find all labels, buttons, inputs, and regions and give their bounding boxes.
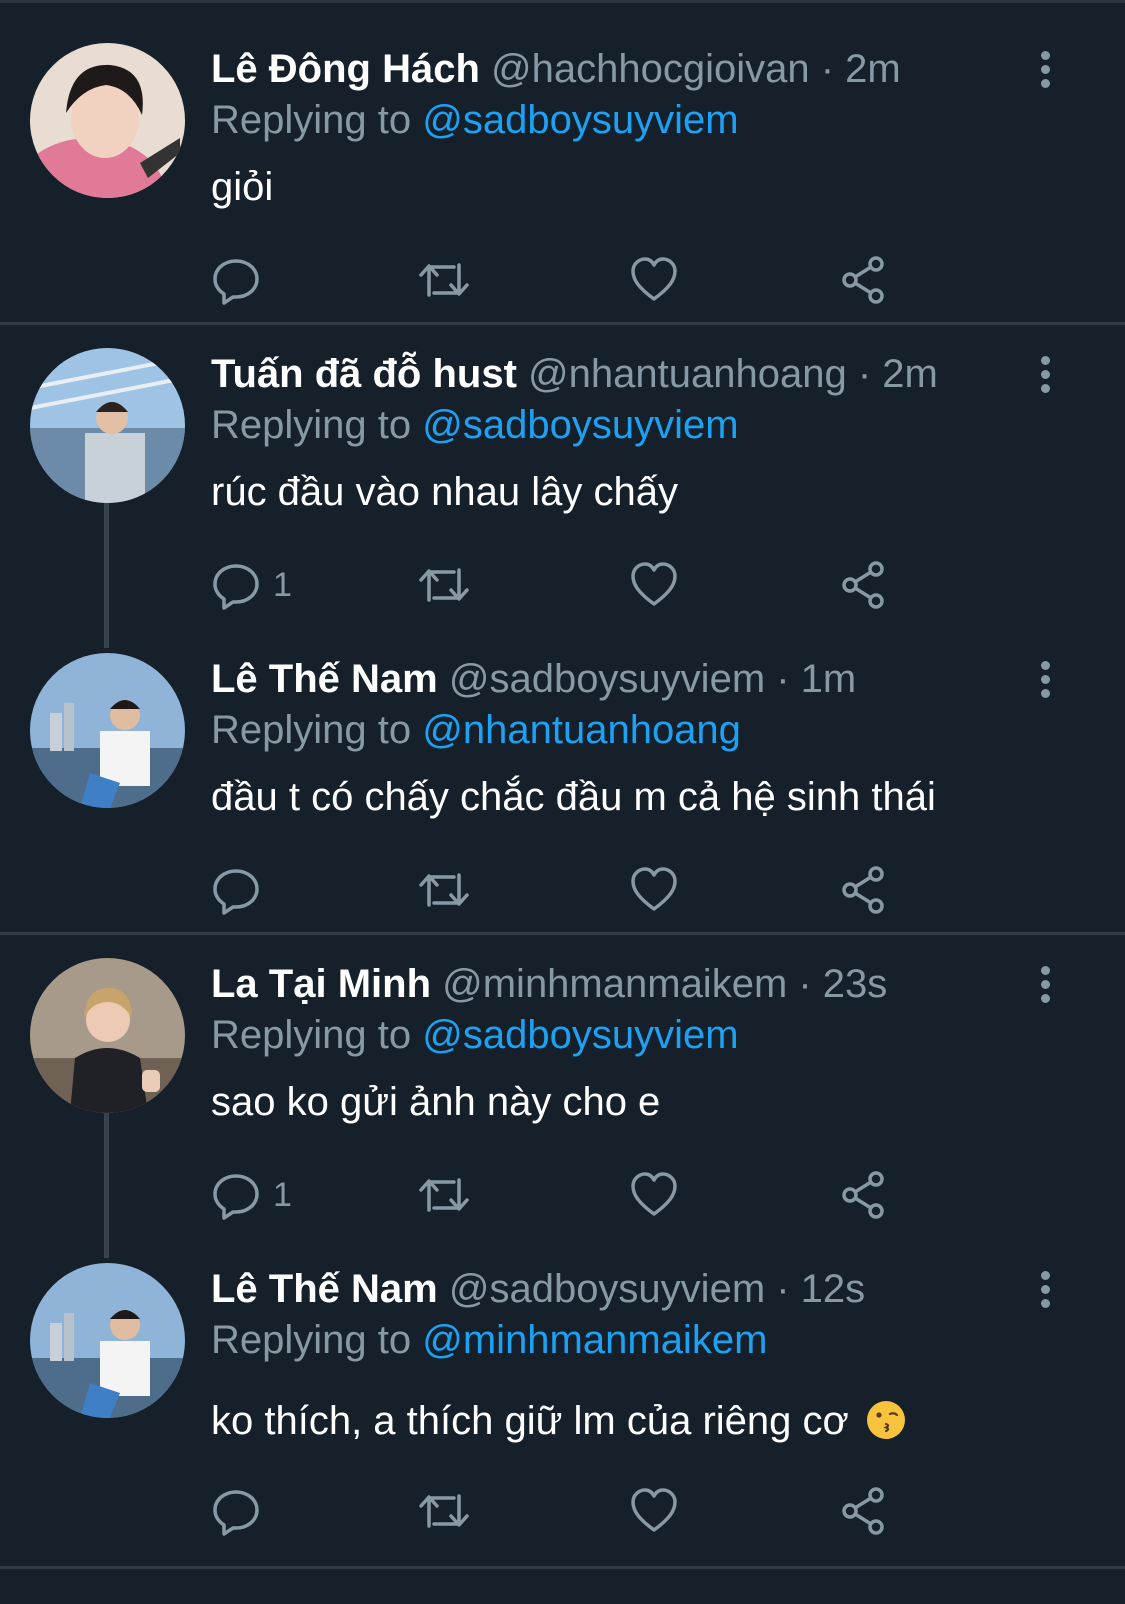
kissing-face-emoji bbox=[866, 1401, 905, 1439]
display-name[interactable]: Lê Thế Nam bbox=[211, 657, 438, 701]
avatar[interactable] bbox=[30, 958, 185, 1113]
reply-icon bbox=[213, 564, 259, 610]
display-name[interactable]: Tuấn đã đỗ hust bbox=[211, 352, 517, 396]
more-vertical-icon[interactable] bbox=[1030, 353, 1060, 397]
share-icon bbox=[842, 866, 884, 914]
like-button[interactable] bbox=[629, 1483, 679, 1539]
avatar[interactable] bbox=[30, 1263, 185, 1418]
reply-button[interactable] bbox=[211, 252, 273, 308]
reply-button[interactable] bbox=[211, 1483, 273, 1539]
thread-line bbox=[104, 1113, 109, 1258]
reply-count: 1 bbox=[273, 565, 292, 604]
share-button[interactable] bbox=[839, 557, 889, 613]
reply-button[interactable] bbox=[211, 862, 273, 918]
divider bbox=[0, 1566, 1125, 1569]
replying-to-mention[interactable]: @sadboysuyviem bbox=[422, 98, 738, 142]
tweet-text: ko thích, a thích giữ lm của riêng cơ bbox=[211, 1399, 849, 1443]
reply-button[interactable]: 1 bbox=[211, 1167, 292, 1223]
more-vertical-icon[interactable] bbox=[1030, 1268, 1060, 1312]
retweet-button[interactable] bbox=[416, 557, 472, 613]
more-vertical-icon[interactable] bbox=[1030, 658, 1060, 702]
action-bar: 1 bbox=[211, 1167, 911, 1223]
top-divider bbox=[0, 0, 1125, 3]
retweet-icon bbox=[419, 873, 469, 907]
handle-and-time[interactable]: @nhantuanhoang · 2m bbox=[528, 352, 938, 396]
share-button[interactable] bbox=[839, 1167, 889, 1223]
tweet-text: giỏi bbox=[211, 165, 274, 209]
share-icon bbox=[842, 256, 884, 304]
replying-label: Replying to bbox=[211, 403, 412, 447]
share-icon bbox=[842, 1487, 884, 1535]
tweet-text: rúc đầu vào nhau lây chấy bbox=[211, 470, 678, 514]
replying-label: Replying to bbox=[211, 1013, 412, 1057]
reply-icon bbox=[213, 1490, 259, 1536]
heart-icon bbox=[631, 867, 677, 911]
handle-and-time[interactable]: @hachhocgioivan · 2m bbox=[491, 47, 901, 91]
replying-to-mention[interactable]: @nhantuanhoang bbox=[422, 708, 741, 752]
reply-icon bbox=[213, 869, 259, 915]
handle-and-time[interactable]: @sadboysuyviem · 1m bbox=[449, 657, 856, 701]
heart-icon bbox=[631, 1172, 677, 1216]
avatar[interactable] bbox=[30, 43, 185, 198]
like-button[interactable] bbox=[629, 557, 679, 613]
handle-and-time[interactable]: @minhmanmaikem · 23s bbox=[442, 962, 887, 1006]
replying-to-mention[interactable]: @sadboysuyviem bbox=[422, 1013, 738, 1057]
share-icon bbox=[842, 561, 884, 609]
like-button[interactable] bbox=[629, 862, 679, 918]
heart-icon bbox=[631, 562, 677, 606]
action-bar bbox=[211, 1483, 911, 1539]
avatar[interactable] bbox=[30, 348, 185, 503]
retweet-icon bbox=[419, 263, 469, 297]
display-name[interactable]: Lê Đông Hách bbox=[211, 47, 480, 91]
more-vertical-icon[interactable] bbox=[1030, 48, 1060, 92]
like-button[interactable] bbox=[629, 1167, 679, 1223]
retweet-button[interactable] bbox=[416, 252, 472, 308]
more-vertical-icon[interactable] bbox=[1030, 963, 1060, 1007]
display-name[interactable]: La Tại Minh bbox=[211, 962, 431, 1006]
action-bar: 1 bbox=[211, 557, 911, 613]
thread-line bbox=[104, 503, 109, 648]
reply-icon bbox=[213, 1174, 259, 1220]
reply-button[interactable]: 1 bbox=[211, 557, 292, 613]
divider bbox=[0, 322, 1125, 325]
share-button[interactable] bbox=[839, 252, 889, 308]
divider bbox=[0, 932, 1125, 935]
retweet-icon bbox=[419, 1178, 469, 1212]
share-button[interactable] bbox=[839, 1483, 889, 1539]
retweet-icon bbox=[419, 568, 469, 602]
replying-label: Replying to bbox=[211, 708, 412, 752]
heart-icon bbox=[631, 257, 677, 301]
replying-to-mention[interactable]: @minhmanmaikem bbox=[422, 1318, 767, 1362]
like-button[interactable] bbox=[629, 252, 679, 308]
reply-count: 1 bbox=[273, 1175, 292, 1214]
retweet-button[interactable] bbox=[416, 1167, 472, 1223]
retweet-button[interactable] bbox=[416, 862, 472, 918]
retweet-button[interactable] bbox=[416, 1483, 472, 1539]
retweet-icon bbox=[419, 1494, 469, 1528]
avatar[interactable] bbox=[30, 653, 185, 808]
action-bar bbox=[211, 252, 911, 308]
share-button[interactable] bbox=[839, 862, 889, 918]
replying-label: Replying to bbox=[211, 1318, 412, 1362]
tweet-text: sao ko gửi ảnh này cho e bbox=[211, 1080, 661, 1124]
replying-to-mention[interactable]: @sadboysuyviem bbox=[422, 403, 738, 447]
handle-and-time[interactable]: @sadboysuyviem · 12s bbox=[449, 1267, 865, 1311]
heart-icon bbox=[631, 1488, 677, 1532]
tweet-text: đầu t có chấy chắc đầu m cả hệ sinh thái bbox=[211, 775, 936, 819]
reply-icon bbox=[213, 259, 259, 305]
display-name[interactable]: Lê Thế Nam bbox=[211, 1267, 438, 1311]
replying-label: Replying to bbox=[211, 98, 412, 142]
action-bar bbox=[211, 862, 911, 918]
share-icon bbox=[842, 1171, 884, 1219]
